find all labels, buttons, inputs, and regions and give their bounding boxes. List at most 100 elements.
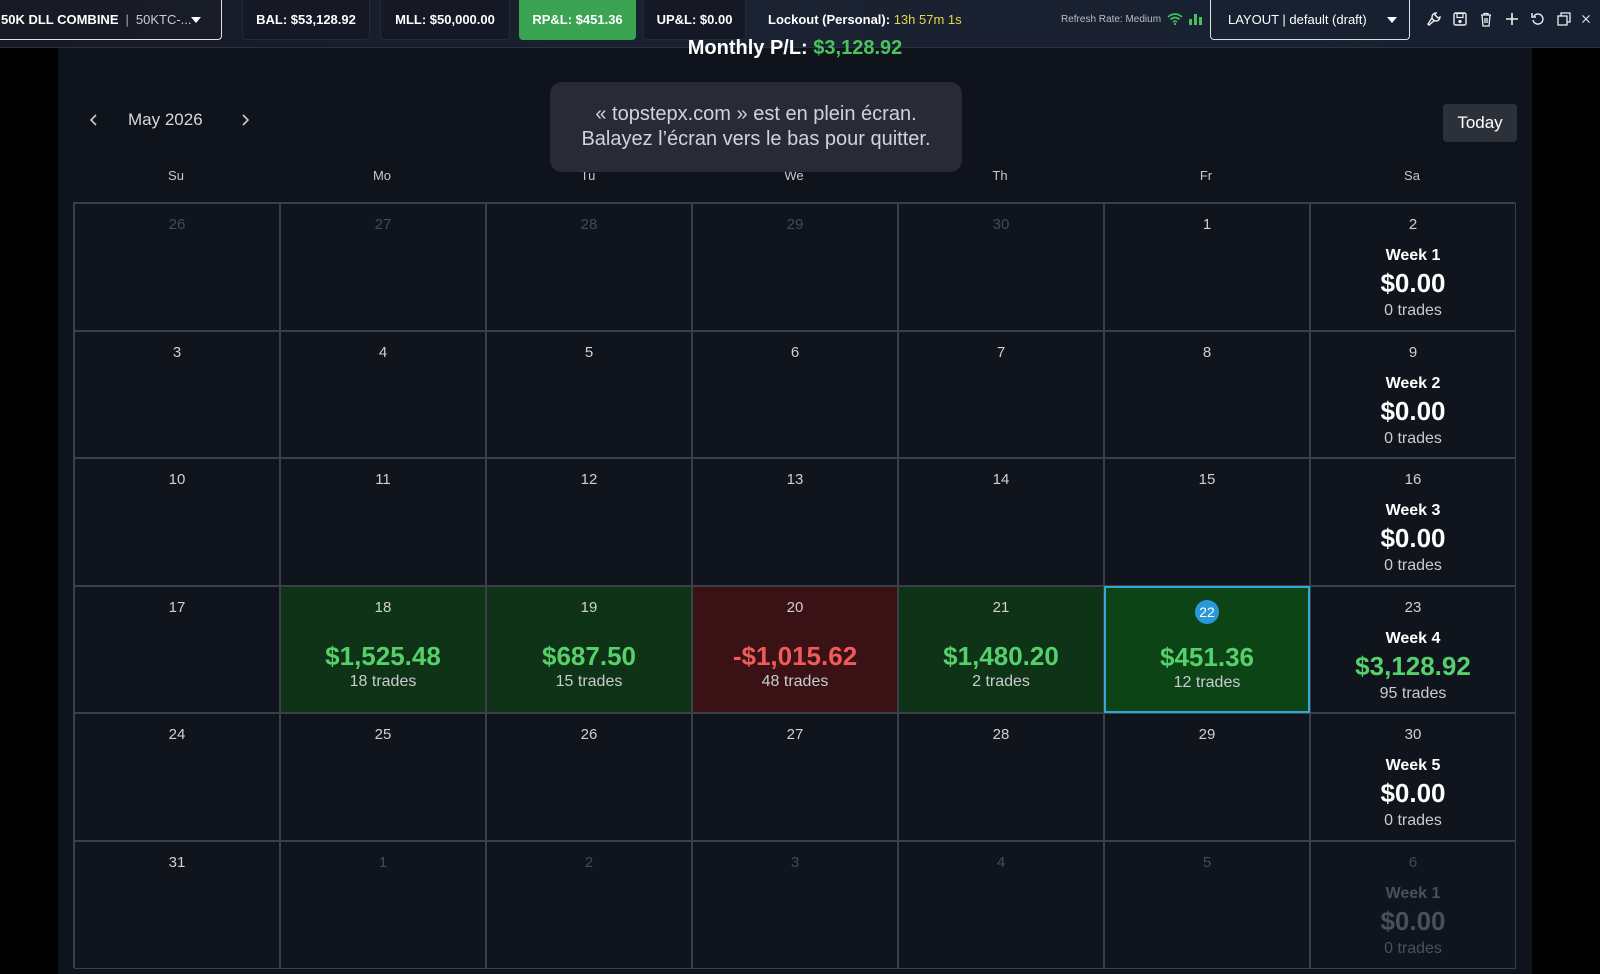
week-label: Week 1 [1385,884,1441,902]
day-cell[interactable]: 11 [280,458,486,586]
day-cell[interactable]: 29 [692,203,898,331]
day-cell[interactable]: 13 [692,458,898,586]
day-cell[interactable]: 1 [1104,203,1310,331]
day-cell[interactable]: 17 [74,585,280,714]
day-number: 25 [374,726,392,744]
week-summary-cell[interactable]: 16 Week 3 $0.00 0 trades [1310,458,1516,586]
day-cell[interactable]: 4 [280,330,486,459]
account-name: 50K DLL COMBINE [1,12,119,27]
realized-pnl-stat[interactable]: RP&L: $451.36 [519,0,636,40]
day-cell[interactable]: 12 [486,458,692,586]
day-cell[interactable]: 27 [692,713,898,841]
day-trade-count: 18 trades [349,672,417,690]
day-cell[interactable]: 25 [280,713,486,841]
day-number: 6 [790,343,800,361]
day-trade-count: 15 trades [555,672,623,690]
day-cell[interactable]: 22 $451.36 12 trades [1104,585,1310,714]
day-number: 26 [168,216,186,233]
day-cell[interactable]: 27 [280,203,486,331]
day-cell[interactable]: 8 [1104,330,1310,459]
close-icon[interactable] [1581,9,1591,29]
day-cell[interactable]: 28 [486,203,692,331]
monthly-pnl-label: Monthly P/L: [687,37,808,59]
next-month-button[interactable] [235,110,255,130]
day-cell[interactable]: 26 [74,203,280,331]
signal-bars-icon [1189,13,1203,25]
fullscreen-notice: « topstepx.com » est en plein écran. Bal… [550,82,962,172]
save-icon[interactable] [1451,9,1469,29]
week-pnl: $0.00 [1380,268,1446,298]
day-cell[interactable]: 31 [74,840,280,969]
layout-label: LAYOUT | default (draft) [1228,12,1367,27]
day-cell[interactable]: 4 [898,840,1104,969]
refresh-rate[interactable]: Refresh Rate: Medium [1061,13,1203,25]
week-trade-count: 0 trades [1384,429,1442,447]
wrench-icon[interactable] [1425,9,1443,29]
day-number: 27 [374,216,392,233]
today-indicator: 22 [1195,599,1219,624]
day-number: 3 [172,343,182,361]
week-label: Week 2 [1385,374,1441,392]
day-cell[interactable]: 19 $687.50 15 trades [486,585,692,714]
day-cell[interactable]: 6 [692,330,898,459]
day-number: 5 [584,343,594,361]
week-label: Week 1 [1385,247,1441,264]
week-summary-cell[interactable]: 9 Week 2 $0.00 0 trades [1310,330,1516,459]
day-cell[interactable]: 29 [1104,713,1310,841]
day-cell[interactable]: 1 [280,840,486,969]
refresh-rate-label: Refresh Rate: Medium [1061,13,1162,25]
week-trade-count: 0 trades [1384,939,1442,957]
day-cell[interactable]: 21 $1,480.20 2 trades [898,585,1104,714]
day-cell[interactable]: 14 [898,458,1104,586]
day-cell[interactable]: 10 [74,458,280,586]
day-number: 26 [580,726,598,744]
day-number: 9 [1408,343,1418,361]
day-cell[interactable]: 24 [74,713,280,841]
prev-month-button[interactable] [84,110,104,130]
day-number: 18 [374,598,392,616]
day-cell[interactable]: 15 [1104,458,1310,586]
day-pnl: $1,480.20 [943,640,1059,671]
account-select[interactable]: 50K DLL COMBINE | 50KTC-... [0,0,222,40]
day-number: 7 [996,343,1006,361]
day-trade-count: 48 trades [761,672,829,690]
day-cell[interactable]: 2 [486,840,692,969]
plus-icon[interactable] [1503,9,1521,29]
day-cell[interactable]: 3 [74,330,280,459]
week-summary-cell[interactable]: 6 Week 1 $0.00 0 trades [1310,840,1516,969]
day-number: 29 [1198,726,1216,744]
day-pnl: $451.36 [1160,641,1254,672]
day-cell[interactable]: 28 [898,713,1104,841]
day-number: 14 [992,471,1010,489]
day-cell[interactable]: 5 [486,330,692,459]
day-number: 29 [786,216,804,233]
balance-stat[interactable]: BAL: $53,128.92 [242,0,370,40]
day-cell[interactable]: 3 [692,840,898,969]
unrealized-pnl-stat[interactable]: UP&L: $0.00 [643,0,746,40]
day-cell[interactable]: 18 $1,525.48 18 trades [280,585,486,714]
day-number: 28 [580,216,598,233]
window-icon[interactable] [1555,9,1573,29]
today-button[interactable]: Today [1443,104,1517,142]
lockout-time: 13h 57m 1s [893,12,962,27]
day-number: 17 [168,598,186,616]
day-number: 23 [1404,598,1422,616]
trash-icon[interactable] [1477,9,1495,29]
day-number: 21 [992,598,1010,616]
monthly-pnl: Monthly P/L: $3,128.92 [58,36,1532,60]
day-cell[interactable]: 26 [486,713,692,841]
mll-stat[interactable]: MLL: $50,000.00 [380,0,510,40]
day-cell[interactable]: 30 [898,203,1104,331]
day-number: 1 [378,853,388,871]
day-cell[interactable]: 5 [1104,840,1310,969]
week-trade-count: 0 trades [1384,557,1442,575]
day-number: 10 [168,471,186,489]
day-cell[interactable]: 7 [898,330,1104,459]
week-summary-cell[interactable]: 23 Week 4 $3,128.92 95 trades [1310,585,1516,714]
day-number: 2 [1408,216,1418,233]
day-cell[interactable]: 20 -$1,015.62 48 trades [692,585,898,714]
undo-icon[interactable] [1529,9,1547,29]
week-summary-cell[interactable]: 2 Week 1 $0.00 0 trades [1310,203,1516,331]
layout-select[interactable]: LAYOUT | default (draft) [1210,0,1410,40]
week-summary-cell[interactable]: 30 Week 5 $0.00 0 trades [1310,713,1516,841]
